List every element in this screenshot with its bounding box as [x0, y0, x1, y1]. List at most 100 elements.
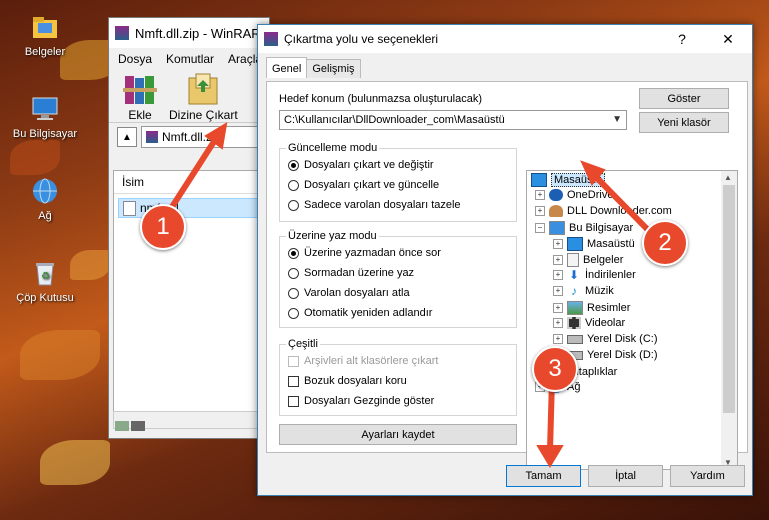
expand-icon[interactable]: +	[535, 190, 545, 200]
collapse-icon[interactable]: −	[535, 223, 545, 233]
update-mode-title: Güncelleme modu	[286, 142, 380, 154]
destination-path-value: C:\Kullanıcılar\DllDownloader_com\Masaüs…	[284, 114, 505, 126]
radio-button[interactable]	[288, 267, 299, 279]
tree-node-desktop-root[interactable]: Masaüstü	[531, 173, 605, 187]
expand-icon[interactable]: +	[553, 239, 563, 249]
add-button[interactable]: Ekle	[121, 72, 159, 122]
overwrite-option-ask[interactable]: Üzerine yazmadan önce sor	[288, 247, 441, 259]
expand-icon[interactable]: +	[553, 334, 563, 344]
winrar-window[interactable]: Nmft.dll.zip - WinRAR Dosya Komutlar Ara…	[108, 17, 270, 439]
radio-button[interactable]	[288, 287, 299, 299]
winrar-title-bar[interactable]: Nmft.dll.zip - WinRAR	[109, 18, 269, 48]
scroll-up-icon[interactable]: ▲	[724, 173, 732, 182]
update-option-extract-update[interactable]: Dosyaları çıkart ve güncelle	[288, 179, 439, 191]
radio-button[interactable]	[288, 199, 299, 211]
checkbox	[288, 355, 299, 367]
tree-node-videos[interactable]: + Videolar	[553, 317, 625, 329]
overwrite-option-skip[interactable]: Varolan dosyaları atla	[288, 287, 410, 299]
desktop-icon	[567, 237, 583, 251]
cancel-button[interactable]: İptal	[588, 465, 663, 487]
expand-icon[interactable]: +	[553, 270, 563, 280]
tree-node-documents[interactable]: + Belgeler	[553, 253, 623, 267]
up-folder-button[interactable]: ▲	[117, 127, 137, 147]
tree-node-onedrive[interactable]: + OneDrive	[535, 189, 613, 201]
ok-button[interactable]: Tamam	[506, 465, 581, 487]
tree-node-pictures[interactable]: + Resimler	[553, 301, 630, 315]
checkbox[interactable]	[288, 395, 299, 407]
option-label: Bozuk dosyaları koru	[304, 375, 407, 387]
tree-node-label: DLL Downloader.com	[567, 205, 672, 217]
file-row[interactable]: nmft.dll	[118, 198, 262, 218]
update-option-freshen[interactable]: Sadece varolan dosyaları tazele	[288, 199, 461, 211]
save-settings-button[interactable]: Ayarları kaydet	[279, 424, 517, 445]
folder-tree[interactable]: Masaüstü + OneDrive + DLL Downloader.com…	[526, 170, 738, 470]
radio-button[interactable]	[288, 247, 299, 259]
chevron-down-icon[interactable]: ▼	[612, 114, 622, 125]
tree-node-label: Bu Bilgisayar	[569, 222, 634, 234]
expand-icon[interactable]: +	[553, 303, 563, 313]
winrar-app-icon	[115, 26, 129, 40]
tree-vertical-scrollbar[interactable]: ▲ ▼	[721, 171, 737, 469]
desktop-icon-this-pc[interactable]: Bu Bilgisayar	[6, 94, 84, 140]
extract-to-label: Dizine Çıkart	[169, 108, 238, 122]
radio-button[interactable]	[288, 179, 299, 191]
overwrite-mode-group: Üzerine yaz modu Üzerine yazmadan önce s…	[279, 230, 517, 328]
option-label: Dosyaları çıkart ve değiştir	[304, 159, 434, 171]
show-button[interactable]: Göster	[639, 88, 729, 109]
update-option-extract-replace[interactable]: Dosyaları çıkart ve değiştir	[288, 159, 434, 171]
menu-item-file[interactable]: Dosya	[118, 52, 152, 66]
radio-button[interactable]	[288, 159, 299, 171]
misc-title: Çeşitli	[286, 338, 320, 350]
overwrite-option-rename[interactable]: Otomatik yeniden adlandır	[288, 307, 432, 319]
expand-icon[interactable]: +	[553, 286, 563, 296]
help-button[interactable]: Yardım	[670, 465, 745, 487]
overwrite-option-without-prompt[interactable]: Sormadan üzerine yaz	[288, 267, 414, 279]
drive-status-icon	[115, 421, 129, 431]
tree-node-label: Resimler	[587, 302, 631, 314]
desktop-icon-label: Çöp Kutusu	[16, 292, 74, 304]
archive-path-field[interactable]: Nmft.dll.zip	[141, 126, 269, 148]
expand-icon[interactable]: +	[535, 206, 545, 216]
dialog-title-bar[interactable]: Çıkartma yolu ve seçenekleri ? ✕	[258, 25, 752, 53]
menu-item-commands[interactable]: Komutlar	[166, 52, 214, 66]
desktop-icon-documents[interactable]: Belgeler	[6, 12, 84, 58]
winrar-address-bar: ▲ Nmft.dll.zip	[109, 122, 269, 151]
destination-path-combobox[interactable]: C:\Kullanıcılar\DllDownloader_com\Masaüs…	[279, 110, 627, 130]
desktop-icon-recycle-bin[interactable]: ♻ Çöp Kutusu	[6, 258, 84, 304]
checkbox[interactable]	[288, 375, 299, 387]
tree-node-music[interactable]: + ♪ Müzik	[553, 285, 614, 297]
pictures-icon	[567, 301, 583, 315]
extract-folder-icon	[184, 72, 222, 106]
winrar-title: Nmft.dll.zip - WinRAR	[135, 25, 261, 41]
general-tab-panel: Hedef konum (bulunmazsa oluşturulacak) C…	[266, 81, 748, 470]
misc-option-show-in-explorer[interactable]: Dosyaları Gezginde göster	[288, 395, 434, 407]
tree-node-user[interactable]: + DLL Downloader.com	[535, 205, 672, 217]
tab-advanced[interactable]: Gelişmiş	[306, 59, 361, 78]
column-header-name[interactable]: İsim	[114, 171, 266, 194]
new-folder-button[interactable]: Yeni klasör	[639, 112, 729, 133]
expand-icon[interactable]: +	[553, 318, 563, 328]
desktop-icon	[531, 173, 547, 187]
tree-node-this-pc-desktop[interactable]: + Masaüstü	[553, 237, 635, 251]
option-label: Arşivleri alt klasörlere çıkart	[304, 355, 439, 367]
misc-option-keep-broken[interactable]: Bozuk dosyaları koru	[288, 375, 407, 387]
tree-node-this-pc[interactable]: − Bu Bilgisayar	[535, 221, 633, 235]
computer-icon	[30, 94, 60, 124]
radio-button[interactable]	[288, 307, 299, 319]
close-button[interactable]: ✕	[706, 25, 750, 53]
desktop-icon-network[interactable]: Ağ	[6, 176, 84, 222]
option-label: Dosyaları Gezginde göster	[304, 395, 435, 407]
file-list[interactable]: İsim nmft.dll	[113, 170, 267, 412]
dialog-app-icon	[264, 32, 278, 46]
expand-icon[interactable]: +	[553, 255, 563, 265]
scrollbar-thumb[interactable]	[723, 185, 735, 413]
tree-node-drive-c[interactable]: + Yerel Disk (C:)	[553, 333, 658, 345]
help-title-button[interactable]: ?	[660, 25, 704, 53]
extract-to-button[interactable]: Dizine Çıkart	[169, 72, 238, 122]
desktop-icon-label: Bu Bilgisayar	[12, 128, 78, 140]
tree-node-label: İndirilenler	[585, 269, 636, 281]
tab-general[interactable]: Genel	[266, 57, 308, 78]
archive-path-text: Nmft.dll.zip	[162, 130, 222, 144]
svg-text:♻: ♻	[41, 271, 50, 282]
tree-node-downloads[interactable]: + ⬇ İndirilenler	[553, 269, 636, 281]
